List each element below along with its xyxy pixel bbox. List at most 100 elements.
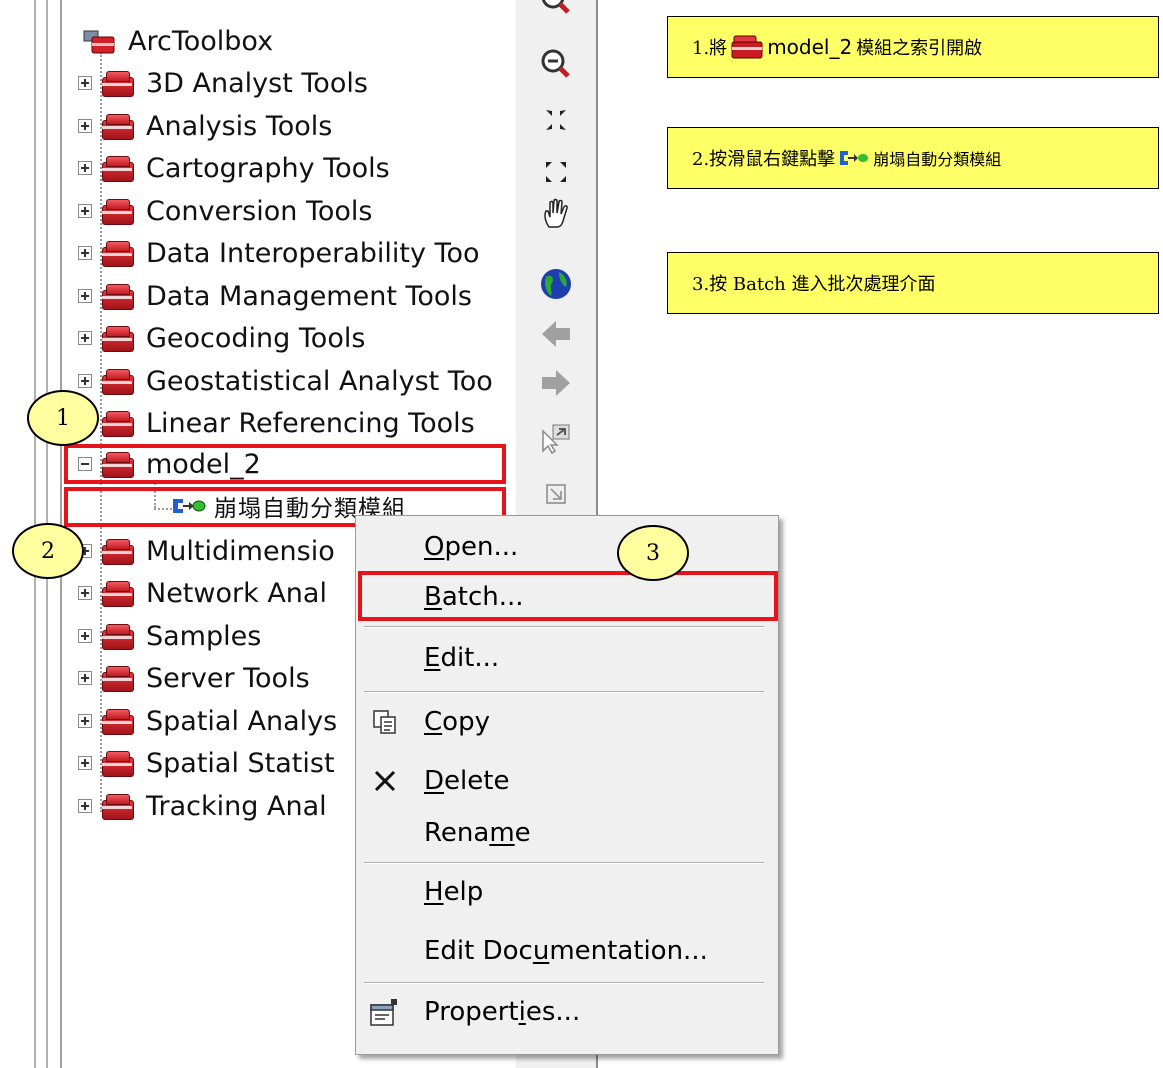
toolbox-label: Conversion Tools	[146, 195, 373, 227]
menu-label-properties: Properties...	[424, 997, 580, 1027]
tree-item-cartography[interactable]: Cartography Tools	[78, 148, 390, 188]
menu-text: e	[514, 818, 531, 848]
tree-item-server-tools[interactable]: Server Tools	[78, 658, 310, 698]
tree-item-network-analyst[interactable]: Network Anal	[78, 573, 327, 613]
toolbox-icon	[100, 367, 134, 395]
zoom-out-button[interactable]	[536, 46, 576, 82]
menu-accel: m	[489, 818, 515, 848]
tree-item-multidimension[interactable]: Multidimensio	[78, 531, 335, 571]
expand-icon[interactable]	[78, 586, 92, 600]
full-extent-button[interactable]	[536, 266, 576, 302]
callout-2: 2	[12, 523, 84, 579]
toolbox-icon	[100, 707, 134, 735]
toolbox-icon	[100, 537, 134, 565]
tree-item-spatial-statistics[interactable]: Spatial Statist	[78, 743, 335, 783]
back-extent-button[interactable]	[536, 316, 576, 352]
toolbox-icon	[100, 324, 134, 352]
expand-icon[interactable]	[78, 799, 92, 813]
note-2-prefix: 2.按滑鼠右鍵點擊	[692, 149, 836, 170]
toolbox-label: Geostatistical Analyst Too	[146, 365, 493, 397]
tree-item-spatial-analyst[interactable]: Spatial Analys	[78, 701, 337, 741]
model-tool-icon	[840, 151, 869, 165]
forward-extent-button[interactable]	[536, 365, 576, 401]
fixed-zoom-in-button[interactable]	[536, 102, 576, 138]
menu-label-edit-documentation: Edit Documentation...	[424, 936, 708, 966]
zoom-out-icon	[541, 49, 570, 78]
instruction-note-1: 1.將 model_2 模組之索引開啟	[667, 16, 1159, 78]
expand-icon[interactable]	[78, 246, 92, 260]
menu-item-edit[interactable]: Edit...	[356, 633, 778, 683]
arctoolbox-icon	[82, 27, 116, 55]
hand-icon	[544, 198, 568, 228]
menu-accel: u	[532, 936, 550, 966]
tree-item-geocoding[interactable]: Geocoding Tools	[78, 318, 365, 358]
toolbox-icon	[100, 749, 134, 777]
toolbox-label: Analysis Tools	[146, 110, 333, 142]
zoom-in-button[interactable]	[536, 0, 576, 18]
fixed-zoom-out-icon	[546, 162, 566, 182]
tree-item-samples[interactable]: Samples	[78, 616, 261, 656]
expand-icon[interactable]	[78, 374, 92, 388]
arrow-left-icon	[542, 321, 570, 347]
pan-button[interactable]	[536, 196, 576, 232]
expand-icon[interactable]	[78, 76, 92, 90]
menu-accel: O	[424, 532, 445, 562]
toolbox-label: Spatial Statist	[146, 747, 335, 779]
tree-item-linear-referencing[interactable]: Linear Referencing Tools	[78, 403, 508, 443]
fixed-zoom-out-button[interactable]	[536, 154, 576, 190]
toolbox-label: Server Tools	[146, 662, 310, 694]
toolbox-label: Spatial Analys	[146, 705, 338, 737]
menu-text: pen...	[444, 532, 519, 562]
menu-item-open[interactable]: Open...	[356, 522, 778, 572]
menu-text: es...	[525, 997, 581, 1027]
tree-item-conversion[interactable]: Conversion Tools	[78, 191, 372, 231]
tree-root[interactable]: ArcToolbox	[82, 21, 273, 61]
toolbox-icon	[100, 69, 134, 97]
menu-item-copy[interactable]: Copy	[356, 697, 778, 747]
expand-icon[interactable]	[78, 204, 92, 218]
expand-icon[interactable]	[78, 289, 92, 303]
menu-item-rename[interactable]: Rename	[356, 808, 778, 858]
toolbox-label: Data Interoperability Too	[146, 237, 480, 269]
tree-item-tracking-analyst[interactable]: Tracking Anal	[78, 786, 327, 826]
tree-item-analysis[interactable]: Analysis Tools	[78, 106, 332, 146]
toolbox-label: Linear Referencing Tools	[146, 407, 475, 439]
menu-item-edit-documentation[interactable]: Edit Documentation...	[356, 926, 778, 976]
identify-button[interactable]	[536, 476, 576, 512]
menu-text: Propert	[424, 997, 519, 1027]
tree-item-data-interoperability[interactable]: Data Interoperability Too	[78, 233, 508, 273]
toolbox-icon	[731, 35, 763, 59]
menu-item-delete[interactable]: Delete	[356, 756, 778, 806]
toolbox-label: Data Management Tools	[146, 280, 473, 312]
select-cursor-icon	[542, 424, 570, 455]
menu-text: dit...	[440, 643, 500, 673]
menu-accel: C	[424, 707, 443, 737]
menu-label-help: Help	[424, 877, 483, 907]
menu-item-help[interactable]: Help	[356, 867, 778, 917]
tree-item-3d-analyst[interactable]: 3D Analyst Tools	[78, 63, 368, 103]
expand-icon[interactable]	[78, 119, 92, 133]
expand-icon[interactable]	[78, 161, 92, 175]
tree-item-data-management[interactable]: Data Management Tools	[78, 276, 508, 316]
toolbox-icon	[100, 112, 134, 140]
toolbox-icon	[100, 282, 134, 310]
menu-item-properties[interactable]: Properties...	[356, 987, 778, 1037]
toolbox-icon	[100, 239, 134, 267]
expand-icon[interactable]	[78, 714, 92, 728]
note-3-text: 3.按 Batch 進入批次處理介面	[692, 274, 936, 295]
menu-separator	[364, 691, 764, 693]
tree-item-geostatistical[interactable]: Geostatistical Analyst Too	[78, 361, 508, 401]
menu-separator	[364, 982, 764, 984]
expand-icon[interactable]	[78, 671, 92, 685]
toolbox-icon	[100, 664, 134, 692]
expand-icon[interactable]	[78, 331, 92, 345]
menu-text: elete	[444, 766, 510, 796]
menu-label-edit: Edit...	[424, 643, 499, 673]
expand-icon[interactable]	[78, 629, 92, 643]
fixed-zoom-in-icon	[546, 110, 566, 130]
menu-label-copy: Copy	[424, 707, 490, 737]
callout-3: 3	[617, 525, 689, 581]
select-elements-button[interactable]	[536, 420, 576, 456]
properties-icon	[368, 995, 402, 1029]
expand-icon[interactable]	[78, 756, 92, 770]
